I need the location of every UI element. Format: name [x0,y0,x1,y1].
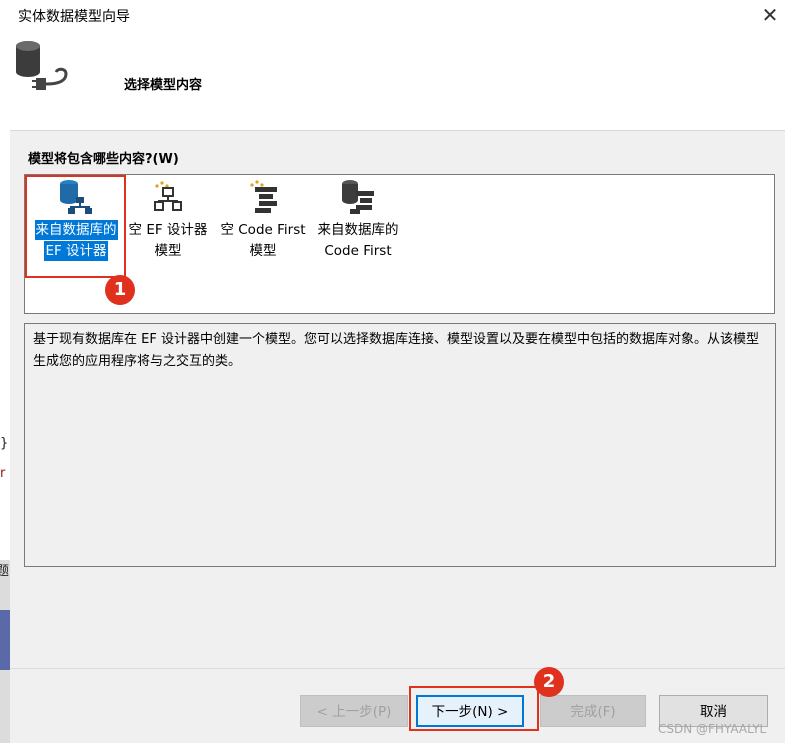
close-icon[interactable]: ✕ [756,2,784,30]
empty-code-first-icon [250,180,277,213]
database-code-first-icon [342,180,374,214]
background-selection-edge [0,610,10,670]
database-plug-icon [16,41,68,90]
option-empty-code-first[interactable]: 空 Code First 模型 [215,177,311,269]
footer-divider [10,668,785,669]
option-label-line1: 空 Code First [220,222,306,238]
option-description: 基于现有数据库在 EF 设计器中创建一个模型。您可以选择数据库连接、模型设置以及… [24,323,776,567]
option-label-line2: Code First [324,243,392,259]
window-title: 实体数据模型向导 [18,9,130,25]
background-code-fragment: } [0,436,9,451]
option-code-first-from-database[interactable]: 来自数据库的 Code First [310,177,406,269]
option-label-line1: 空 EF 设计器 [128,222,208,238]
option-label-line2: 模型 [249,243,277,259]
model-content-list[interactable]: 来自数据库的 EF 设计器 空 EF 设计器 模型 空 Code First 模… [24,174,775,314]
background-text-fragment: 题 [0,564,10,579]
annotation-badge-2: 2 [534,667,564,697]
empty-hierarchy-icon [154,181,182,211]
previous-button[interactable]: < 上一步(P) [300,695,408,727]
page-subtitle: 选择模型内容 [124,78,203,93]
option-label-line2: 模型 [154,243,182,259]
background-code-fragment: r [0,466,6,481]
annotation-highlight-box [409,686,539,731]
content-prompt-label: 模型将包含哪些内容?(W) [28,152,179,167]
annotation-badge-1: 1 [105,275,135,305]
option-label-line1: 来自数据库的 [317,222,399,238]
finish-button[interactable]: 完成(F) [540,695,646,727]
option-empty-ef-designer[interactable]: 空 EF 设计器 模型 [120,177,216,269]
watermark: CSDN @FHYAALYL [658,722,767,736]
annotation-highlight-box [25,175,126,278]
